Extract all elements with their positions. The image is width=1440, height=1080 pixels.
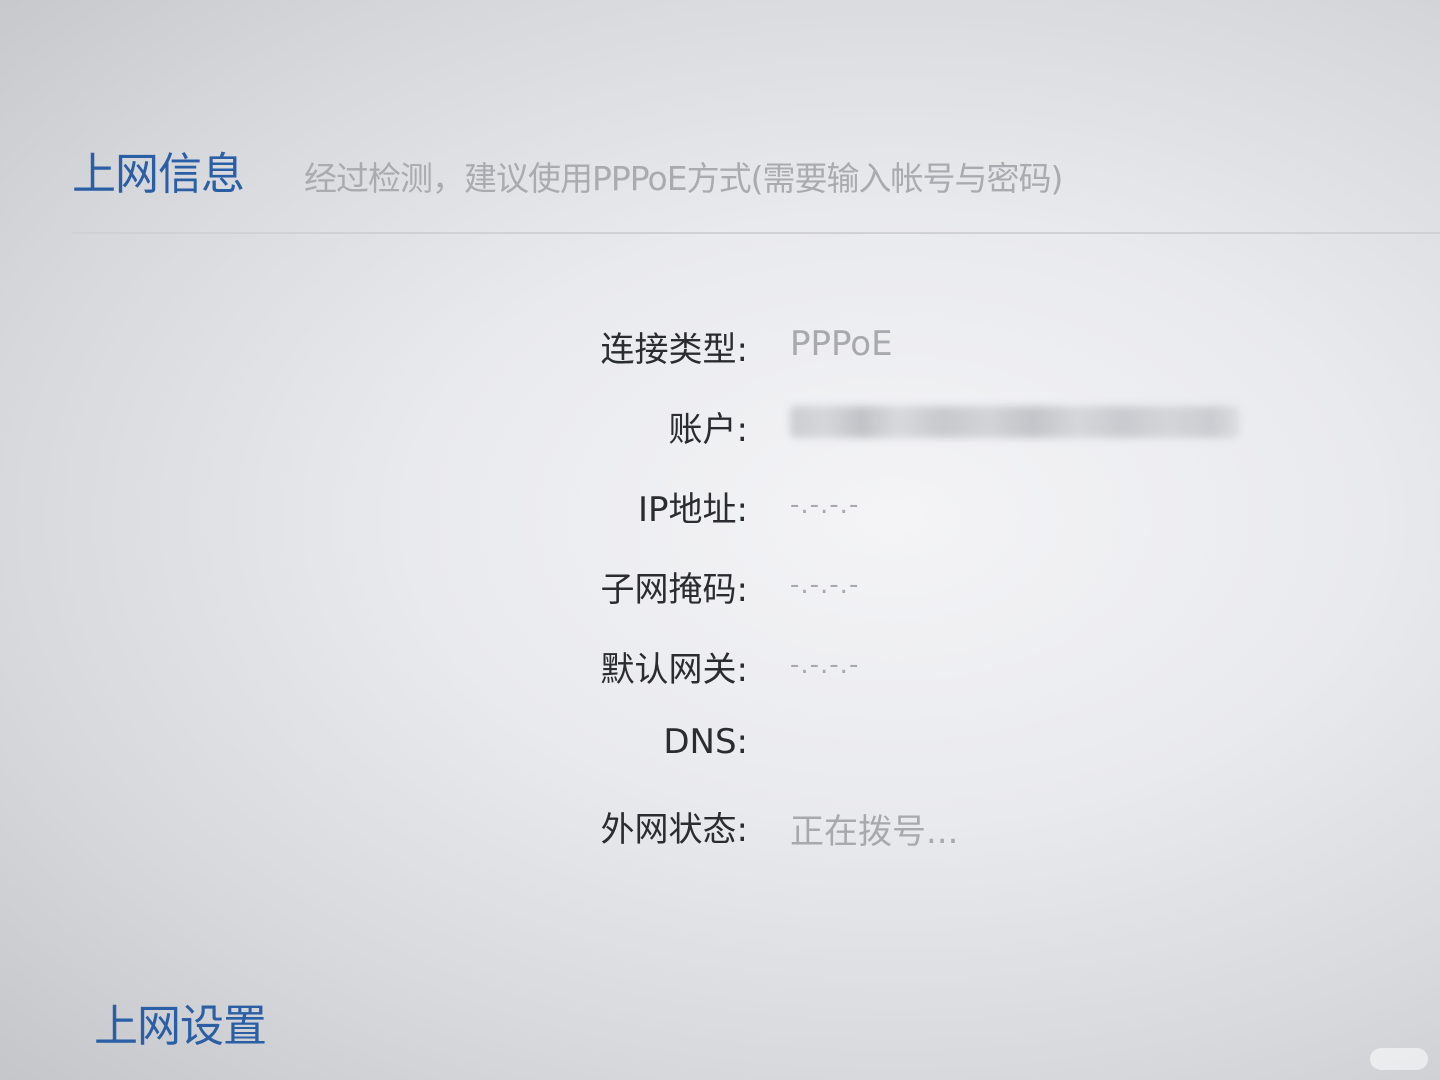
wan-status-value: 正在拨号... xyxy=(790,812,959,852)
default-gateway-label: 默认网关: xyxy=(600,650,748,690)
dns-label: DNS: xyxy=(663,722,748,762)
wan-status-label: 外网状态: xyxy=(600,810,748,850)
ip-address-label: IP地址: xyxy=(638,490,748,530)
subnet-mask-value: -.-.-.- xyxy=(790,570,860,600)
header-divider xyxy=(72,232,1440,234)
router-status-page: 上网信息 经过检测，建议使用PPPoE方式(需要输入帐号与密码) 连接类型: P… xyxy=(0,0,1440,1080)
default-gateway-row: 默认网关: -.-.-.- xyxy=(0,632,1440,712)
detection-notice: 经过检测，建议使用PPPoE方式(需要输入帐号与密码) xyxy=(304,159,1063,198)
connection-type-label: 连接类型: xyxy=(600,330,748,370)
internet-info-title: 上网信息 xyxy=(72,149,245,200)
subnet-mask-label: 子网掩码: xyxy=(600,570,748,610)
subnet-mask-row: 子网掩码: -.-.-.- xyxy=(0,552,1440,632)
account-value-redacted xyxy=(790,406,1240,438)
wan-status-row: 外网状态: 正在拨号... xyxy=(0,792,1440,872)
account-label: 账户: xyxy=(668,410,748,450)
internet-info-table: 连接类型: PPPoE 账户: IP地址: -.-.-.- 子网掩码: -.-.… xyxy=(0,312,1440,872)
connection-type-row: 连接类型: PPPoE xyxy=(0,312,1440,392)
connection-type-value: PPPoE xyxy=(790,324,893,364)
watermark-mark xyxy=(1370,1048,1428,1070)
ip-address-row: IP地址: -.-.-.- xyxy=(0,472,1440,552)
ip-address-value: -.-.-.- xyxy=(790,490,860,520)
dns-row: DNS: xyxy=(0,712,1440,792)
account-row: 账户: xyxy=(0,392,1440,472)
default-gateway-value: -.-.-.- xyxy=(790,650,860,680)
internet-settings-title[interactable]: 上网设置 xyxy=(94,990,267,1054)
